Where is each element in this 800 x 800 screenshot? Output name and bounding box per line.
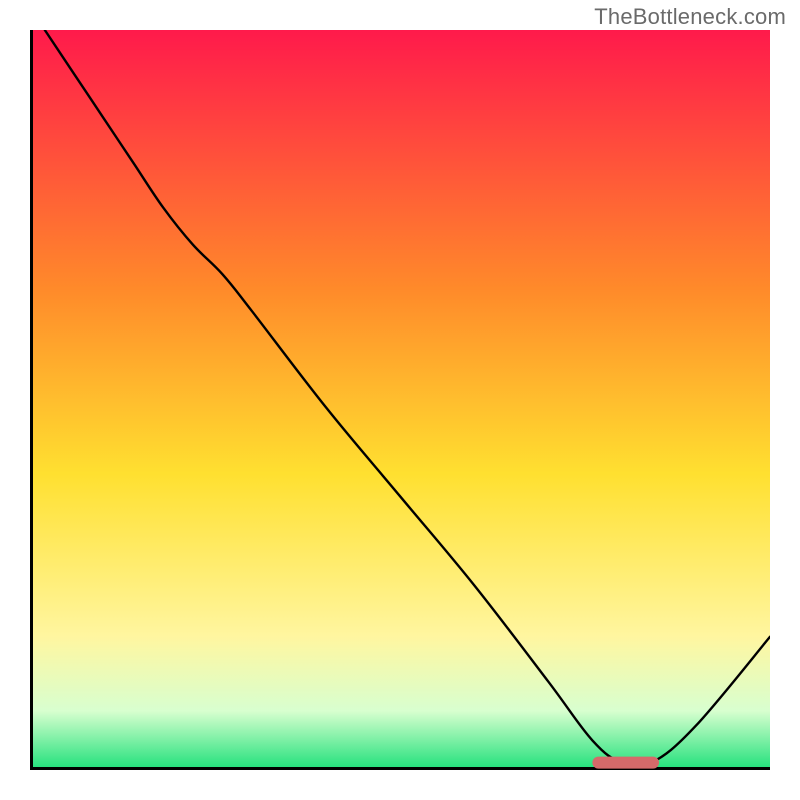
watermark-text: TheBottleneck.com [594, 4, 786, 30]
chart-container: TheBottleneck.com [0, 0, 800, 800]
plot-area [30, 30, 770, 770]
plot-background [30, 30, 770, 770]
plot-svg [30, 30, 770, 770]
optimal-range-marker [592, 757, 659, 769]
